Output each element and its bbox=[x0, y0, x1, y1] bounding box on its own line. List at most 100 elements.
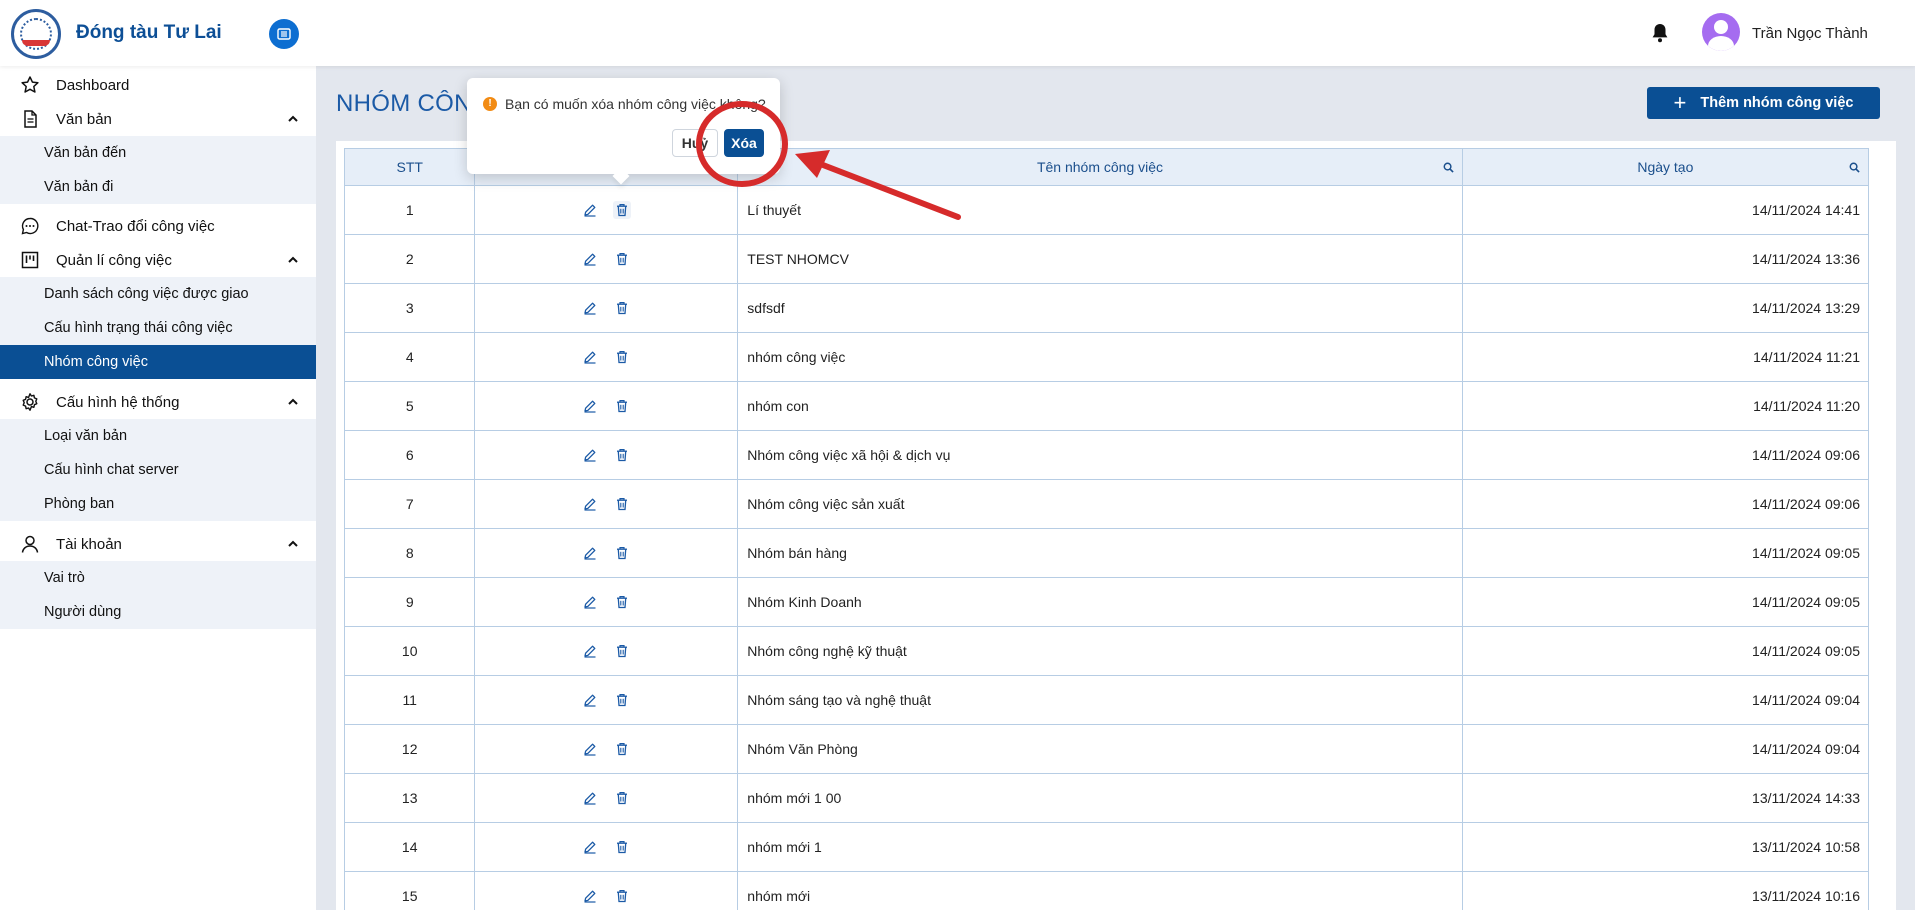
cell-group-name: Nhóm công nghệ kỹ thuật bbox=[737, 626, 1463, 676]
search-icon[interactable] bbox=[1849, 162, 1860, 173]
cell-stt: 11 bbox=[343, 675, 476, 725]
cell-actions bbox=[474, 528, 739, 578]
edit-icon[interactable] bbox=[581, 348, 599, 366]
sidebar-item-danh-sach-cong-viec[interactable]: Danh sách công việc được giao bbox=[0, 277, 316, 311]
table-row: 12 Nhóm Văn Phòng 14/11/2024 09:04 bbox=[343, 724, 1870, 774]
sidebar-item-nguoi-dung[interactable]: Người dùng bbox=[0, 595, 316, 629]
cell-created-date: 14/11/2024 09:05 bbox=[1461, 577, 1870, 627]
delete-icon[interactable] bbox=[613, 348, 631, 366]
kanban-board-icon bbox=[21, 251, 39, 269]
sidebar-item-label: Phòng ban bbox=[44, 496, 115, 512]
edit-icon[interactable] bbox=[581, 740, 599, 758]
sidebar-item-label: Loại văn bản bbox=[44, 428, 128, 444]
delete-icon[interactable] bbox=[613, 691, 631, 709]
edit-icon[interactable] bbox=[581, 495, 599, 513]
top-header: Đóng tàu Tư Lai Trần Ngọc Thành bbox=[0, 0, 1915, 66]
cell-group-name: Nhóm sáng tạo và nghệ thuật bbox=[737, 675, 1463, 725]
edit-icon[interactable] bbox=[581, 593, 599, 611]
cell-actions bbox=[474, 185, 739, 235]
delete-icon[interactable] bbox=[613, 593, 631, 611]
sidebar-item-phong-ban[interactable]: Phòng ban bbox=[0, 487, 316, 521]
group-table: STT Tên nhóm công việc Ngày tạo 1 Lí thuy… bbox=[343, 148, 1870, 910]
edit-icon[interactable] bbox=[581, 250, 599, 268]
sidebar: Dashboard Văn bản Văn bản đến Văn bản đi… bbox=[0, 66, 316, 910]
edit-icon[interactable] bbox=[581, 446, 599, 464]
cell-stt: 9 bbox=[343, 577, 476, 627]
sidebar-item-loai-van-ban[interactable]: Loại văn bản bbox=[0, 419, 316, 453]
delete-icon[interactable] bbox=[613, 495, 631, 513]
table-row: 9 Nhóm Kinh Doanh 14/11/2024 09:05 bbox=[343, 577, 1870, 627]
sidebar-item-van-ban[interactable]: Văn bản bbox=[0, 102, 316, 136]
sidebar-item-cau-hinh-trang-thai[interactable]: Cấu hình trạng thái công việc bbox=[0, 311, 316, 345]
sidebar-item-van-ban-den[interactable]: Văn bản đến bbox=[0, 136, 316, 170]
edit-icon[interactable] bbox=[581, 838, 599, 856]
sidebar-item-label: Cấu hình trạng thái công việc bbox=[44, 320, 233, 336]
delete-icon[interactable] bbox=[613, 250, 631, 268]
delete-icon[interactable] bbox=[613, 789, 631, 807]
sidebar-item-chat[interactable]: Chat-Trao đổi công việc bbox=[0, 209, 316, 243]
edit-icon[interactable] bbox=[581, 642, 599, 660]
cell-created-date: 14/11/2024 13:29 bbox=[1461, 283, 1870, 333]
delete-icon[interactable] bbox=[613, 397, 631, 415]
cell-created-date: 14/11/2024 09:06 bbox=[1461, 479, 1870, 529]
delete-icon[interactable] bbox=[613, 838, 631, 856]
sidebar-item-nhom-cong-viec[interactable]: Nhóm công việc bbox=[0, 345, 316, 379]
table-row: 11 Nhóm sáng tạo và nghệ thuật 14/11/2024 … bbox=[343, 675, 1870, 725]
table-row: 6 Nhóm công việc xã hội & dịch vụ 14/11/20… bbox=[343, 430, 1870, 480]
cell-created-date: 14/11/2024 09:06 bbox=[1461, 430, 1870, 480]
cell-stt: 15 bbox=[343, 871, 476, 910]
cell-group-name: nhóm mới 1 bbox=[737, 822, 1463, 872]
sidebar-item-label: Tài khoản bbox=[56, 535, 122, 553]
delete-icon[interactable] bbox=[613, 544, 631, 562]
edit-icon[interactable] bbox=[581, 299, 599, 317]
sidebar-item-van-ban-di[interactable]: Văn bản đi bbox=[0, 170, 316, 204]
delete-icon[interactable] bbox=[613, 887, 631, 905]
document-icon bbox=[24, 110, 37, 128]
cell-actions bbox=[474, 577, 739, 627]
table-row: 3 sdfsdf 14/11/2024 13:29 bbox=[343, 283, 1870, 333]
sidebar-item-cau-hinh-chat-server[interactable]: Cấu hình chat server bbox=[0, 453, 316, 487]
sidebar-item-label: Danh sách công việc được giao bbox=[44, 286, 249, 302]
sidebar-item-quan-li-cong-viec[interactable]: Quản lí công việc bbox=[0, 243, 316, 277]
confirm-delete-button[interactable]: Xóa bbox=[724, 129, 764, 157]
cell-created-date: 14/11/2024 14:41 bbox=[1461, 185, 1870, 235]
search-icon[interactable] bbox=[1443, 162, 1454, 173]
sidebar-item-label: Chat-Trao đổi công việc bbox=[56, 217, 215, 235]
sidebar-item-cau-hinh-he-thong[interactable]: Cấu hình hệ thống bbox=[0, 385, 316, 419]
table-row: 13 nhóm mới 1 00 13/11/2024 14:33 bbox=[343, 773, 1870, 823]
notification-bell-icon[interactable] bbox=[1648, 21, 1672, 45]
page-title: NHÓM CÔNG VIỆC bbox=[336, 90, 476, 117]
edit-icon[interactable] bbox=[581, 201, 599, 219]
chevron-up-icon bbox=[288, 256, 298, 263]
table-row: 2 TEST NHOMCV 14/11/2024 13:36 bbox=[343, 234, 1870, 284]
edit-icon[interactable] bbox=[581, 887, 599, 905]
edit-icon[interactable] bbox=[581, 691, 599, 709]
cell-group-name: nhóm mới 1 00 bbox=[737, 773, 1463, 823]
cell-actions bbox=[474, 381, 739, 431]
edit-icon[interactable] bbox=[581, 789, 599, 807]
cell-created-date: 14/11/2024 13:36 bbox=[1461, 234, 1870, 284]
column-header-date-label: Ngày tạo bbox=[1637, 159, 1694, 175]
sidebar-item-dashboard[interactable]: Dashboard bbox=[0, 68, 316, 102]
delete-icon[interactable] bbox=[613, 642, 631, 660]
sidebar-item-vai-tro[interactable]: Vai trò bbox=[0, 561, 316, 595]
cancel-button[interactable]: Huỷ bbox=[672, 129, 718, 157]
delete-icon[interactable] bbox=[613, 446, 631, 464]
menu-toggle-button[interactable] bbox=[269, 19, 299, 49]
sidebar-item-tai-khoan[interactable]: Tài khoản bbox=[0, 527, 316, 561]
cell-group-name: nhóm con bbox=[737, 381, 1463, 431]
column-header-stt: STT bbox=[343, 148, 476, 186]
add-group-button[interactable]: + Thêm nhóm công việc bbox=[1647, 87, 1880, 119]
delete-icon[interactable] bbox=[613, 740, 631, 758]
user-name[interactable]: Trần Ngọc Thành bbox=[1752, 25, 1868, 42]
edit-icon[interactable] bbox=[581, 544, 599, 562]
delete-icon[interactable] bbox=[613, 299, 631, 317]
delete-icon[interactable] bbox=[613, 200, 632, 219]
sidebar-item-label: Cấu hình hệ thống bbox=[56, 393, 180, 411]
edit-icon[interactable] bbox=[581, 397, 599, 415]
cell-created-date: 14/11/2024 09:05 bbox=[1461, 528, 1870, 578]
cell-created-date: 14/11/2024 09:04 bbox=[1461, 724, 1870, 774]
chevron-up-icon bbox=[288, 540, 298, 547]
user-avatar[interactable] bbox=[1702, 13, 1740, 51]
cell-stt: 4 bbox=[343, 332, 476, 382]
